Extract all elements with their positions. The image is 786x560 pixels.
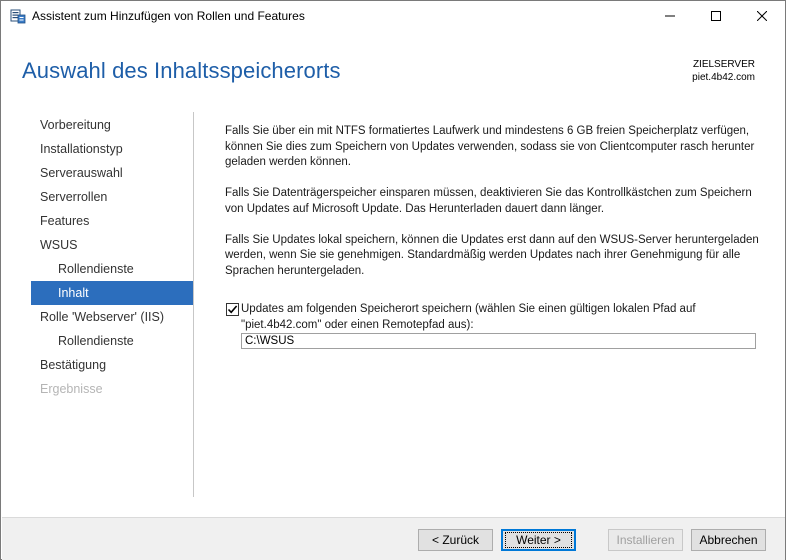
maximize-icon (711, 11, 721, 21)
page-title: Auswahl des Inhaltsspeicherorts (22, 58, 341, 83)
store-updates-checkbox[interactable] (226, 303, 239, 316)
nav-item-webserver-iis[interactable]: Rolle 'Webserver' (IIS) (31, 305, 193, 329)
next-button-label: Weiter > (505, 532, 572, 548)
info-paragraph-ntfs: Falls Sie über ein mit NTFS formatiertes… (225, 125, 755, 168)
target-server-name: piet.4b42.com (692, 72, 755, 83)
store-updates-label[interactable]: Updates am folgenden Speicherort speiche… (241, 302, 751, 333)
nav-item-vorbereitung[interactable]: Vorbereitung (31, 113, 193, 137)
nav-item-ergebnisse: Ergebnisse (40, 382, 103, 396)
cancel-button[interactable]: Abbrechen (691, 529, 766, 551)
minimize-icon (665, 15, 675, 17)
wizard-nav: Vorbereitung Installationstyp Serverausw… (31, 113, 193, 401)
info-paragraph-storage: Falls Sie Datenträgerspeicher einsparen … (225, 187, 752, 215)
nav-item-iis-rollendienste[interactable]: Rollendienste (31, 329, 193, 353)
close-button[interactable] (739, 1, 785, 31)
checkmark-icon (227, 305, 238, 314)
nav-item-installationstyp[interactable]: Installationstyp (31, 137, 193, 161)
window-title: Assistent zum Hinzufügen von Rollen und … (32, 9, 305, 23)
content-panel: Falls Sie über ein mit NTFS formatiertes… (225, 124, 760, 295)
nav-item-features[interactable]: Features (31, 209, 193, 233)
nav-item-serverauswahl[interactable]: Serverauswahl (31, 161, 193, 185)
nav-item-inhalt[interactable]: Inhalt (31, 281, 193, 305)
minimize-button[interactable] (647, 1, 693, 31)
title-bar[interactable]: Assistent zum Hinzufügen von Rollen und … (1, 1, 785, 31)
target-server-info: ZIELSERVER piet.4b42.com (692, 58, 755, 84)
content-path-input[interactable] (241, 333, 756, 349)
nav-item-bestaetigung[interactable]: Bestätigung (31, 353, 193, 377)
wizard-window: Assistent zum Hinzufügen von Rollen und … (0, 0, 786, 560)
maximize-button[interactable] (693, 1, 739, 31)
server-manager-icon (10, 8, 26, 24)
target-server-label: ZIELSERVER (692, 59, 755, 70)
install-button: Installieren (608, 529, 683, 551)
back-button[interactable]: < Zurück (418, 529, 493, 551)
nav-item-wsus-rollendienste[interactable]: Rollendienste (31, 257, 193, 281)
nav-item-serverrollen[interactable]: Serverrollen (31, 185, 193, 209)
nav-item-wsus[interactable]: WSUS (31, 233, 193, 257)
nav-divider (193, 112, 194, 497)
next-button[interactable]: Weiter > (501, 529, 576, 551)
info-paragraph-local: Falls Sie Updates lokal speichern, könne… (225, 233, 759, 277)
close-icon (757, 11, 767, 21)
